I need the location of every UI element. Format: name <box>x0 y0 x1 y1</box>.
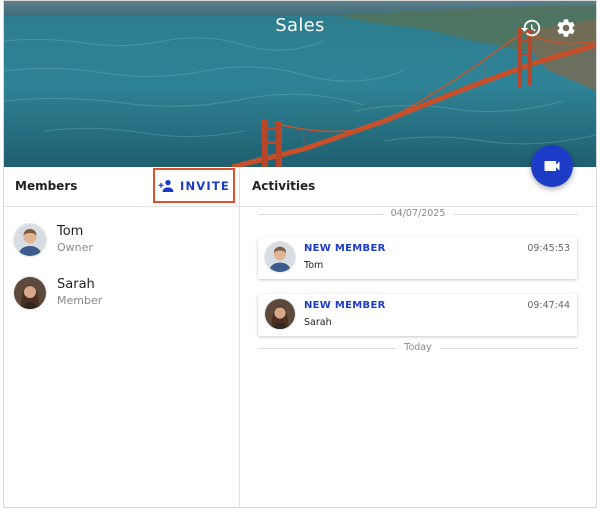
members-title: Members <box>15 179 78 193</box>
invite-label: INVITE <box>180 178 230 193</box>
member-name: Tom <box>57 224 84 239</box>
activity-name: Tom <box>304 260 324 271</box>
page-title: Sales <box>275 15 325 36</box>
activity-type: NEW MEMBER <box>304 243 386 254</box>
date-separator-label: 04/07/2025 <box>382 208 454 219</box>
date-separator: 04/07/2025 <box>258 208 578 220</box>
avatar <box>265 242 295 272</box>
member-role: Member <box>57 294 103 307</box>
avatar <box>265 299 295 329</box>
members-header: Members INVITE <box>4 167 239 207</box>
person-add-icon <box>158 179 174 192</box>
activity-time: 09:47:44 <box>527 300 570 311</box>
members-panel: Members INVITE Tom Owner Sarah Member <box>4 167 240 507</box>
today-separator: Today <box>258 342 578 354</box>
activities-title: Activities <box>252 179 316 193</box>
activity-name: Sarah <box>304 317 332 328</box>
avatar <box>14 224 46 256</box>
history-icon[interactable] <box>520 17 542 39</box>
invite-button[interactable]: INVITE <box>153 168 235 203</box>
activity-card[interactable]: NEW MEMBER Tom 09:45:53 <box>258 237 577 279</box>
avatar <box>14 277 46 309</box>
header-banner: Sales <box>4 1 596 167</box>
activity-card[interactable]: NEW MEMBER Sarah 09:47:44 <box>258 294 577 336</box>
member-name: Sarah <box>57 277 95 292</box>
activities-panel: Activities 04/07/2025 NEW MEMBER Tom 09:… <box>240 167 596 507</box>
app-window: Sales Members INVITE Tom Owner Sarah Mem… <box>3 0 597 508</box>
today-separator-label: Today <box>396 342 440 353</box>
member-item[interactable]: Sarah Member <box>14 277 234 311</box>
video-call-button[interactable] <box>531 145 573 187</box>
member-role: Owner <box>57 241 93 254</box>
member-item[interactable]: Tom Owner <box>14 224 234 258</box>
settings-icon[interactable] <box>555 17 577 39</box>
video-camera-icon <box>544 161 560 171</box>
activity-time: 09:45:53 <box>527 243 570 254</box>
activity-type: NEW MEMBER <box>304 300 386 311</box>
